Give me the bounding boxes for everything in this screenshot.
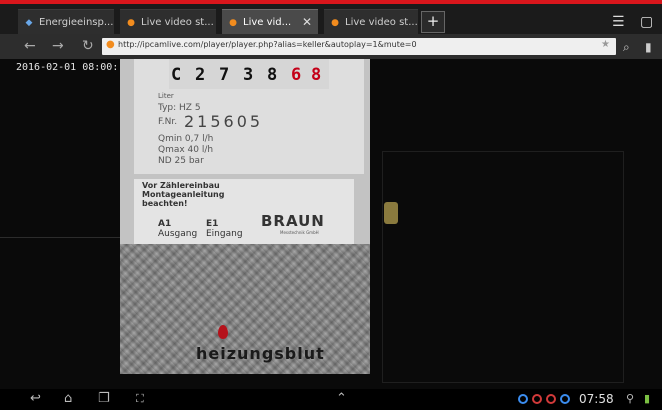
brand-subtitle: Messtechnik GmbH [280,230,319,235]
video-player[interactable]: C 2 7 3 8 6 8 Liter Typ: HZ 5 F.Nr. 2156… [0,59,662,389]
dial-digit-red: 8 [311,65,322,85]
close-tab-icon[interactable]: ✕ [302,10,312,34]
menu-icon[interactable]: ☰ [612,14,625,30]
dial-digit: 3 [243,65,254,85]
system-nav-bar: ↩ ⌂ ❐ ⛶ ⌃ 07:58 ⚲ ▮ [0,389,662,410]
inlet-port-label: E1 Eingang [206,219,243,239]
chevron-up-icon[interactable]: ⌃ [336,391,347,406]
brand-logo: BRAUN [261,212,325,230]
back-arrow-icon[interactable]: ← [24,37,36,55]
recent-apps-icon[interactable]: ❐ [98,391,110,406]
notification-red-icon[interactable] [532,394,542,404]
watermark-logo: heizungsblut [196,344,325,363]
tab-label: Live vid... [243,17,292,28]
new-tab-button[interactable]: + [421,11,445,33]
tab-4[interactable]: ● Live video st... [324,9,418,34]
tab-2[interactable]: ● Live video st... [120,9,216,34]
site-favicon-icon: ● [106,39,115,50]
forward-arrow-icon[interactable]: → [52,37,64,55]
search-icon[interactable]: ⌕ [623,38,630,56]
back-icon[interactable]: ↩ [30,391,41,406]
meter-dial: C 2 7 3 8 6 8 [169,59,329,89]
tab-1[interactable]: ◆ Energieeinsp... [18,9,114,34]
tabs-overview-icon[interactable]: ▢ [640,14,653,30]
background-shelf [382,151,624,383]
tab-label: Live video st... [345,17,418,28]
dial-digit-red: 6 [291,65,302,85]
video-timestamp: 2016-02-01 08:00: [16,62,119,73]
site-favicon-icon: ● [127,18,135,28]
outlet-port-label: A1 Ausgang [158,219,198,239]
unit-label: Liter [158,92,174,100]
tab-label: Energieeinsp... [39,17,114,28]
serial-number: 215605 [184,112,264,131]
screenshot-icon[interactable]: ⛶ [136,392,144,406]
site-favicon-icon: ◆ [25,18,33,28]
address-toolbar: ← → ↻ ● http://ipcamlive.com/player/play… [0,34,662,59]
home-icon[interactable]: ⌂ [64,391,72,406]
qmax-spec: Qmax 40 l/h [158,145,214,155]
bookmark-star-icon[interactable]: ★ [601,39,610,50]
site-favicon-icon: ● [229,18,237,28]
install-warning: Vor Zählereinbau Montageanleitung beacht… [142,181,225,208]
blood-drop-icon [218,325,228,339]
url-field[interactable]: ● http://ipcamlive.com/player/player.php… [102,38,616,55]
notification-blue-icon[interactable] [560,394,570,404]
site-favicon-icon: ● [331,18,339,28]
dial-digit: 7 [219,65,230,85]
battery-icon: ▮ [644,392,651,405]
notification-blue-icon[interactable] [518,394,528,404]
reload-icon[interactable]: ↻ [82,37,94,55]
tab-3-active[interactable]: ● Live vid... ✕ [222,9,318,34]
glass-edge [0,237,122,238]
url-text: http://ipcamlive.com/player/player.php?a… [118,40,417,49]
valve-knob [384,202,398,224]
dial-digit: C [171,65,182,85]
status-clock: 07:58 [579,392,614,406]
serial-label: F.Nr. [158,117,178,127]
dial-digit: 2 [195,65,206,85]
water-meter: C 2 7 3 8 6 8 Liter Typ: HZ 5 F.Nr. 2156… [120,59,370,374]
tab-bar: ◆ Energieeinsp... ● Live video st... ● Live… [0,4,662,34]
notification-red-icon[interactable] [546,394,556,404]
dial-digit: 8 [267,65,278,85]
pressure-spec: ND 25 bar [158,156,204,166]
signal-icon: ⚲ [626,392,635,405]
tab-label: Live video st... [141,17,214,28]
meter-faceplate: C 2 7 3 8 6 8 Liter Typ: HZ 5 F.Nr. 2156… [134,59,364,174]
bookmarks-icon[interactable]: ▮ [645,38,652,56]
qmin-spec: Qmin 0,7 l/h [158,134,214,144]
